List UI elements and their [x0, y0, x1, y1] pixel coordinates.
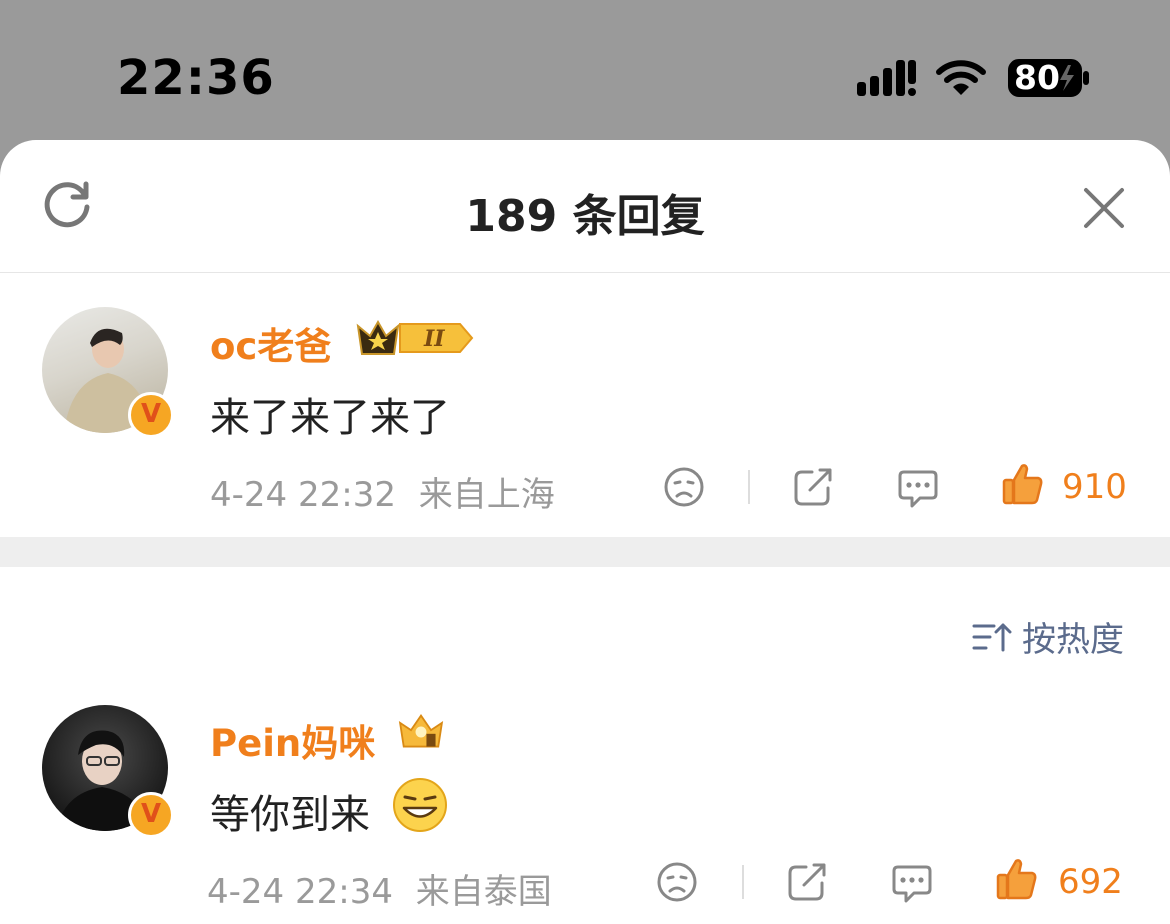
share-icon[interactable]: [786, 861, 828, 903]
verified-badge: V: [128, 792, 174, 838]
signal-icon: [857, 60, 916, 96]
status-time: 22:36: [117, 50, 275, 106]
battery-level: 80: [1014, 58, 1060, 97]
dislike-icon[interactable]: [656, 861, 698, 903]
sort-label: 按热度: [1022, 620, 1124, 660]
comment-time: 4-24 22:32: [210, 475, 396, 515]
reply-icon[interactable]: [896, 466, 940, 510]
section-divider: [0, 537, 1170, 567]
comment-meta: 4-24 22:32 来自上海: [210, 467, 555, 516]
crown-level: II: [423, 326, 445, 352]
comment-location: 来自泰国: [415, 872, 552, 912]
status-bar: 22:36 80: [0, 0, 1170, 140]
like-icon[interactable]: [996, 857, 1038, 901]
comment-location: 来自上海: [418, 475, 555, 515]
wifi-icon: [936, 60, 986, 95]
dislike-icon[interactable]: [663, 466, 705, 508]
action-divider: [742, 865, 744, 899]
battery-indicator: 80: [1008, 57, 1092, 99]
action-divider: [748, 470, 750, 504]
crown-badge: II: [356, 319, 474, 355]
crown-badge: [398, 714, 444, 748]
replies-sheet: 189 条回复 V oc老爸 II 来了来了来了 4-24 22:32 来自上海: [0, 140, 1170, 924]
comment-meta: 4-24 22:34 来自泰国: [207, 864, 552, 913]
comment-text: 来了来了来了: [210, 395, 450, 441]
share-icon[interactable]: [792, 466, 834, 508]
comment-username[interactable]: Pein妈咪: [210, 713, 375, 767]
sort-icon: [972, 623, 1012, 651]
sheet-title: 189 条回复: [465, 191, 705, 242]
sheet-header: 189 条回复: [0, 140, 1170, 273]
like-count: 692: [1058, 862, 1123, 902]
like-count: 910: [1062, 467, 1127, 507]
like-icon[interactable]: [1002, 462, 1044, 506]
comment-username[interactable]: oc老爸: [210, 316, 331, 370]
reply-icon[interactable]: [890, 861, 934, 905]
sort-button[interactable]: 按热度: [972, 612, 1124, 661]
comment-time: 4-24 22:34: [207, 872, 393, 912]
comment-text: 等你到来: [210, 792, 370, 838]
verified-badge: V: [128, 392, 174, 438]
close-icon[interactable]: [1082, 186, 1126, 230]
grin-emoji: [393, 778, 447, 832]
